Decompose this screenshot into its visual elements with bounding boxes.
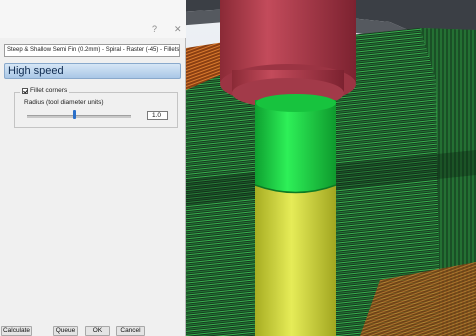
- fillet-corners-label: Fillet corners: [30, 87, 68, 94]
- dialog-title-bar: [0, 0, 186, 38]
- help-icon[interactable]: ?: [152, 24, 157, 34]
- close-icon[interactable]: ✕: [174, 24, 182, 34]
- queue-button[interactable]: Queue: [53, 326, 78, 336]
- ok-button[interactable]: OK: [85, 326, 110, 336]
- fillet-corners-checkbox-row[interactable]: Fillet corners: [20, 86, 70, 96]
- section-header-high-speed: High speed: [4, 63, 181, 79]
- radius-label: Radius (tool diameter units): [24, 99, 104, 106]
- radius-input[interactable]: [147, 111, 168, 120]
- radius-slider-thumb[interactable]: [72, 110, 76, 119]
- radius-slider-track[interactable]: [27, 115, 131, 118]
- fillet-corners-group: [14, 92, 178, 128]
- strategy-name-field[interactable]: Steep & Shallow Semi Fin (0.2mm) - Spira…: [4, 44, 180, 57]
- cancel-button[interactable]: Cancel: [116, 326, 145, 336]
- fillet-corners-checkbox[interactable]: [22, 88, 28, 94]
- toolpath-dialog: ? ✕ Steep & Shallow Semi Fin (0.2mm) - S…: [0, 0, 186, 336]
- calculate-button[interactable]: Calculate: [1, 326, 32, 336]
